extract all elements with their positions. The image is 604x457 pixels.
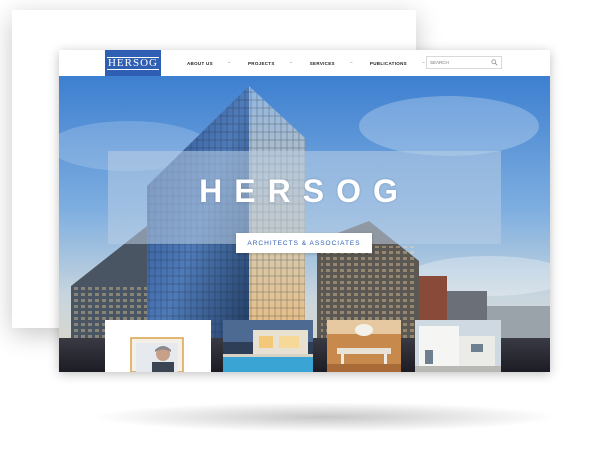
- nav-separator: –: [421, 60, 426, 66]
- portrait-photo: [130, 337, 184, 372]
- search-icon[interactable]: [491, 59, 498, 66]
- logo-text: HERSOG: [106, 56, 159, 70]
- nav-item-label: ABOUT US: [187, 60, 213, 66]
- gallery-item-white-house[interactable]: [415, 320, 501, 372]
- nav-item-projects[interactable]: PROJECTS –: [248, 60, 310, 66]
- drop-shadow: [90, 402, 560, 432]
- gallery-item-house-pool[interactable]: [223, 320, 313, 372]
- website-mockup: HERSOG ABOUT US – PROJECTS – SERVICES – …: [59, 50, 550, 372]
- gallery-item-portrait[interactable]: [105, 320, 211, 372]
- nav-item-services[interactable]: SERVICES –: [310, 60, 370, 66]
- interior-photo: [327, 320, 401, 372]
- logo[interactable]: HERSOG: [105, 50, 161, 76]
- house-pool-photo: [223, 320, 313, 372]
- gallery-item-interior[interactable]: [327, 320, 401, 372]
- nav-separator: –: [289, 60, 293, 66]
- nav-item-about-us[interactable]: ABOUT US –: [187, 60, 248, 66]
- project-gallery: [59, 320, 550, 372]
- site-header: HERSOG ABOUT US – PROJECTS – SERVICES – …: [59, 50, 550, 76]
- search-box: [426, 56, 502, 69]
- nav-separator: –: [227, 60, 231, 66]
- nav-item-label: PROJECTS: [248, 60, 275, 66]
- search-input[interactable]: [430, 58, 488, 67]
- white-house-photo: [415, 320, 501, 372]
- tagline-button[interactable]: ARCHITECTS & ASSOCIATES: [236, 233, 372, 253]
- main-nav: ABOUT US – PROJECTS – SERVICES – PUBLICA…: [187, 50, 466, 76]
- nav-separator: –: [349, 60, 353, 66]
- nav-item-label: PUBLICATIONS: [369, 60, 407, 66]
- nav-item-label: SERVICES: [309, 60, 335, 66]
- hero-title: HERSOG: [199, 173, 410, 209]
